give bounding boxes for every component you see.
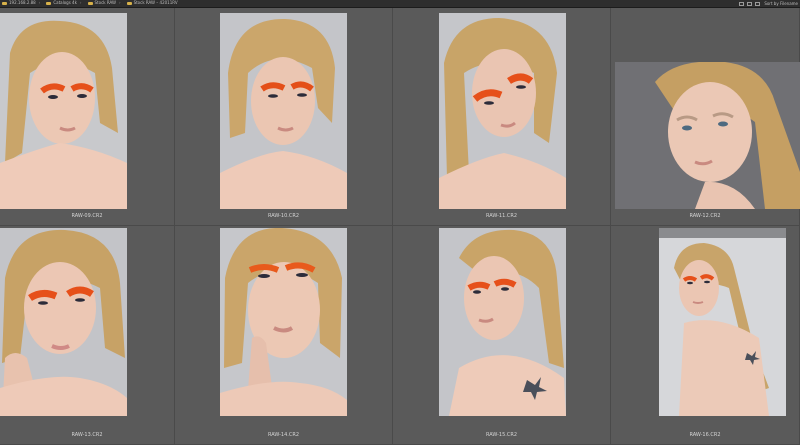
breadcrumb-item[interactable]: Stock RAW ›: [87, 0, 121, 6]
breadcrumb-label: 192.168.2.88: [9, 0, 36, 5]
thumbnail-filename: RAW-14.CR2: [267, 432, 300, 438]
thumbnail-filename: RAW-12.CR2: [689, 213, 721, 219]
thumbnail-filename: RAW-09.CR2: [71, 213, 103, 219]
sort-dropdown[interactable]: Sort by Filename: [764, 1, 798, 7]
thumbnail-cell[interactable]: RAW-15.CR2: [393, 226, 611, 445]
thumbnail-cell[interactable]: RAW-09.CR2: [0, 8, 175, 226]
breadcrumb-item[interactable]: Stock RAW – 42011RV: [126, 0, 178, 6]
thumbnail-image[interactable]: [0, 228, 127, 416]
breadcrumb: 192.168.2.88 › Catalogs 4k › Stock RAW ›…: [2, 0, 184, 7]
portrait-photo: [659, 228, 786, 416]
list-view-icon[interactable]: [747, 1, 753, 6]
thumbnail-cell[interactable]: RAW-16.CR2: [611, 226, 800, 445]
thumbnail-image[interactable]: [439, 228, 566, 416]
thumbnail-filename: RAW-16.CR2: [689, 432, 721, 438]
portrait-photo: [0, 13, 127, 209]
folder-icon: [46, 1, 52, 5]
thumbnail-image[interactable]: [615, 62, 800, 209]
chevron-right-icon: ›: [118, 0, 121, 5]
portrait-photo: [439, 13, 566, 209]
breadcrumb-label: Catalogs 4k: [53, 0, 77, 5]
portrait-photo: [0, 228, 127, 416]
chevron-right-icon: ›: [79, 0, 82, 5]
view-tools: Sort by Filename: [736, 0, 798, 7]
breadcrumb-item[interactable]: Catalogs 4k ›: [46, 0, 82, 6]
breadcrumb-item[interactable]: 192.168.2.88 ›: [2, 0, 40, 6]
folder-icon: [126, 1, 132, 5]
folder-icon: [2, 1, 7, 5]
thumbnail-image[interactable]: [220, 228, 347, 416]
thumbnail-grid: RAW-09.CR2 RAW-10.CR2 RAW-11.CR2 RAW-12.…: [0, 8, 800, 445]
chevron-right-icon: ›: [38, 0, 41, 5]
breadcrumb-label: Stock RAW – 42011RV: [133, 0, 178, 5]
thumbnail-filename: RAW-10.CR2: [267, 213, 300, 219]
thumbnail-image[interactable]: [439, 13, 566, 209]
portrait-photo: [220, 13, 347, 209]
breadcrumb-label: Stock RAW: [94, 0, 116, 5]
thumbnail-image[interactable]: [220, 13, 347, 209]
thumbnail-image[interactable]: [0, 13, 127, 209]
landscape-photo: [615, 62, 800, 209]
thumbnail-cell[interactable]: RAW-13.CR2: [0, 226, 175, 445]
thumbnail-filename: RAW-13.CR2: [71, 432, 103, 438]
grid-view-icon[interactable]: [739, 1, 745, 6]
thumbnail-cell[interactable]: RAW-10.CR2: [175, 8, 393, 226]
thumbnail-cell[interactable]: RAW-12.CR2: [611, 8, 800, 226]
portrait-photo: [439, 228, 566, 416]
zoom-icon[interactable]: [755, 1, 761, 6]
thumbnail-filename: RAW-15.CR2: [485, 432, 518, 438]
thumbnail-image[interactable]: [659, 228, 786, 416]
thumbnail-cell[interactable]: RAW-14.CR2: [175, 226, 393, 445]
path-bar: 192.168.2.88 › Catalogs 4k › Stock RAW ›…: [0, 0, 800, 8]
folder-icon: [87, 1, 93, 5]
portrait-photo: [220, 228, 347, 416]
thumbnail-cell[interactable]: RAW-11.CR2: [393, 8, 611, 226]
thumbnail-filename: RAW-11.CR2: [485, 213, 518, 219]
